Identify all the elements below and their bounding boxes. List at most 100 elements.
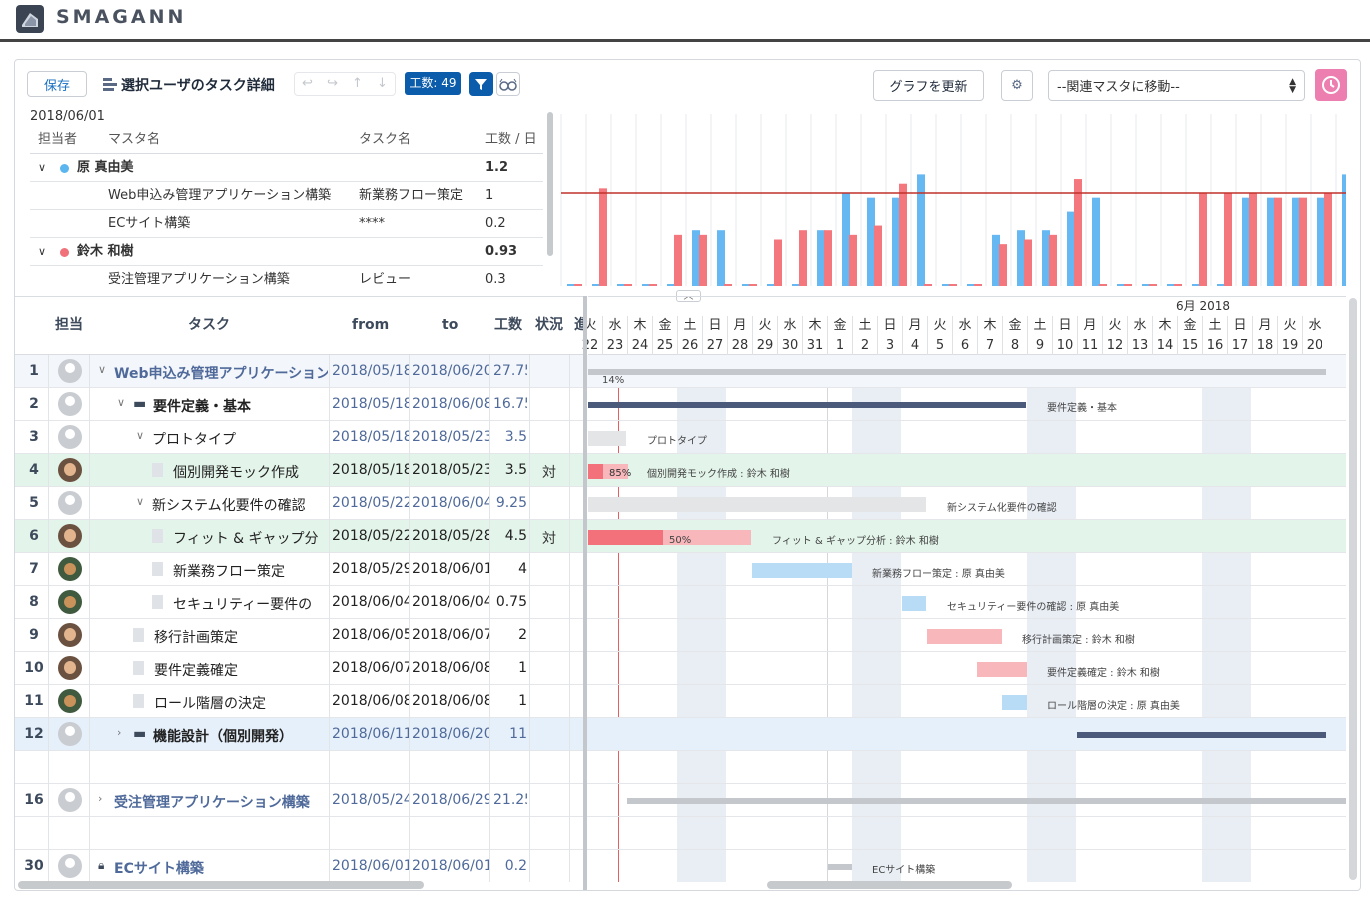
avatar[interactable] xyxy=(58,491,82,515)
gantt-bar-label: ECサイト構築 xyxy=(872,865,936,876)
chevron-down-icon[interactable]: ∨ xyxy=(117,396,125,409)
from-date: 2018/05/18 xyxy=(332,462,410,478)
avatar[interactable] xyxy=(58,689,82,713)
document-icon xyxy=(133,661,144,675)
chart-bar[interactable] xyxy=(1342,174,1346,286)
summary-group-row[interactable]: ∨ 鈴木 和樹 0.93 xyxy=(30,238,543,266)
gantt-bar[interactable] xyxy=(588,431,626,446)
summary-row[interactable]: Web申込み管理アプリケーション構築 新業務フロー策定 1 xyxy=(30,182,543,210)
filter-icon[interactable] xyxy=(469,72,493,96)
avatar[interactable] xyxy=(58,590,82,614)
summary-group-row[interactable]: ∨ 原 真由美 1.2 xyxy=(30,154,543,182)
summary-row[interactable]: 受注管理アプリケーション構築 レビュー 0.3 xyxy=(30,266,543,290)
to-date: 2018/06/08 xyxy=(412,660,490,676)
glasses-icon[interactable] xyxy=(496,72,520,96)
gantt-bar[interactable] xyxy=(588,402,1026,408)
gantt-weekday: 火 xyxy=(927,316,952,336)
gantt-pct-label: 85% xyxy=(609,468,632,479)
grid-vertical-scrollbar[interactable] xyxy=(1349,298,1357,880)
grid-header-from: from xyxy=(352,317,390,333)
row-number: 1 xyxy=(29,363,39,379)
row-number: 9 xyxy=(29,627,39,643)
gantt-weekday: 水 xyxy=(602,316,627,336)
chevron-down-icon[interactable]: ∨ xyxy=(98,363,106,376)
move-down-icon[interactable]: ↓ xyxy=(370,73,395,95)
avatar[interactable] xyxy=(58,722,82,746)
chart-bar[interactable] xyxy=(1324,193,1332,286)
gantt-bar[interactable] xyxy=(977,662,1027,677)
gantt-bar[interactable] xyxy=(588,530,663,545)
gantt-bar[interactable] xyxy=(752,563,852,578)
document-icon xyxy=(152,595,163,609)
chevron-down-icon[interactable]: ∨ xyxy=(136,429,144,442)
gantt-weekday: 土 xyxy=(677,316,702,336)
chevron-down-icon[interactable]: ∨ xyxy=(38,238,46,266)
gantt-day-number: 31 xyxy=(802,336,827,356)
avatar[interactable] xyxy=(58,623,82,647)
redo-icon[interactable]: ↪ xyxy=(320,73,345,95)
gantt-bar[interactable] xyxy=(1002,695,1027,710)
grid-header-assignee: 担当 xyxy=(55,317,83,333)
row-number: 10 xyxy=(24,660,44,676)
column-divider xyxy=(569,355,570,882)
gantt-bar[interactable] xyxy=(588,464,603,479)
avatar[interactable] xyxy=(58,656,82,680)
gantt-bar[interactable] xyxy=(927,629,1002,644)
gantt-bar[interactable] xyxy=(588,369,1326,375)
gantt-day-number: 1 xyxy=(827,336,852,356)
chevron-down-icon[interactable]: ∨ xyxy=(38,154,46,182)
from-date: 2018/05/22 xyxy=(332,528,410,544)
to-date: 2018/06/07 xyxy=(412,627,490,643)
gantt-day-number: 10 xyxy=(1052,336,1077,356)
gantt-weekday: 日 xyxy=(1052,316,1077,336)
save-button[interactable]: 保存 xyxy=(27,71,87,97)
avatar[interactable] xyxy=(58,425,82,449)
document-icon xyxy=(133,628,144,642)
chevron-right-icon[interactable]: › xyxy=(98,792,102,805)
summary-scrollbar[interactable] xyxy=(547,112,553,256)
gantt-bar[interactable] xyxy=(1077,732,1326,738)
gantt-day-number: 4 xyxy=(902,336,927,356)
gantt-bar-label: 移行計画策定 : 鈴木 和樹 xyxy=(1022,635,1135,646)
series-color-dot xyxy=(60,248,69,257)
gantt-weekday: 火 xyxy=(752,316,777,336)
avatar[interactable] xyxy=(58,524,82,548)
chevron-right-icon[interactable]: › xyxy=(117,726,121,739)
move-up-icon[interactable]: ↑ xyxy=(345,73,370,95)
gantt-horizontal-scrollbar[interactable] xyxy=(767,881,1012,889)
grid-horizontal-scrollbar[interactable] xyxy=(18,881,424,889)
gantt-pct-label: 14% xyxy=(602,375,625,386)
gantt-bar[interactable] xyxy=(588,497,926,512)
summary-row[interactable]: ECサイト構築 **** 0.2 xyxy=(30,210,543,238)
avatar[interactable] xyxy=(58,557,82,581)
gantt-bar-label: プロトタイプ xyxy=(647,436,707,447)
avatar[interactable] xyxy=(58,392,82,416)
gantt-day-number: 22 xyxy=(578,336,602,356)
gantt-bar[interactable] xyxy=(902,596,926,611)
gantt-weekday: 木 xyxy=(977,316,1002,336)
chevron-down-icon[interactable]: ∨ xyxy=(136,495,144,508)
avatar[interactable] xyxy=(58,359,82,383)
from-date: 2018/05/18 xyxy=(332,396,410,412)
task-name: 移行計画策定 xyxy=(154,630,238,646)
task-name: 受注管理アプリケーション構築 xyxy=(114,795,310,811)
gantt-bar[interactable] xyxy=(828,864,852,870)
chart-bar[interactable] xyxy=(567,284,575,286)
to-date: 2018/06/29 xyxy=(412,792,490,808)
avatar[interactable] xyxy=(58,788,82,812)
avatar[interactable] xyxy=(58,854,82,878)
gantt-day-number: 25 xyxy=(652,336,677,356)
gantt-day-number: 18 xyxy=(1252,336,1277,356)
avatar[interactable] xyxy=(58,458,82,482)
row-number: 11 xyxy=(24,693,44,709)
gantt-day-number: 16 xyxy=(1202,336,1227,356)
to-date: 2018/05/23 xyxy=(412,429,490,445)
gantt-bar[interactable] xyxy=(627,798,1346,804)
task-name: 機能設計（個別開発） xyxy=(153,729,293,745)
pane-splitter[interactable] xyxy=(583,296,587,890)
undo-icon[interactable]: ↩ xyxy=(295,73,320,95)
summary-rows: ∨ 原 真由美 1.2 Web申込み管理アプリケーション構築 新業務フロー策定 … xyxy=(30,154,543,290)
summary-group-total: 1.2 xyxy=(485,160,509,175)
task-name: フィット & ギャップ分 xyxy=(173,531,319,547)
gantt-day-number: 6 xyxy=(952,336,977,356)
